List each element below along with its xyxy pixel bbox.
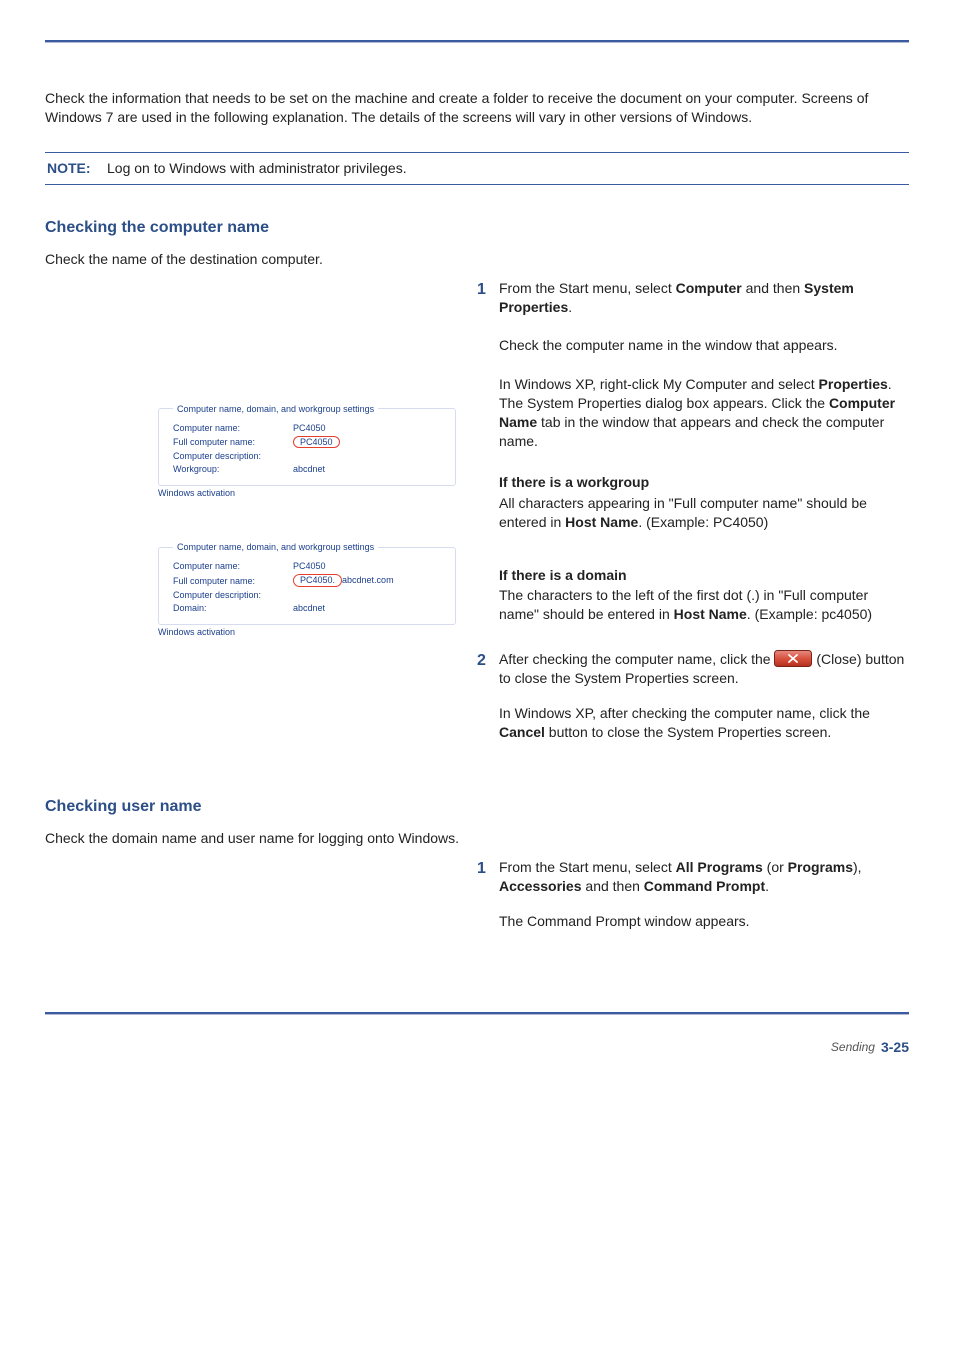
s3-i: . [765,878,769,894]
s1-e: Check the computer name in the window th… [499,336,909,355]
branch-domain-title: If there is a domain [499,566,909,585]
s1-f2: Properties [819,376,888,392]
s1-a: From the Start menu, select [499,280,676,296]
note-block: NOTE: Log on to Windows with administrat… [45,152,909,185]
s3-f: Accessories [499,878,582,894]
k-computer-name-2: Computer name: [173,561,293,571]
s3-h: Command Prompt [644,878,765,894]
v-computer-name: PC4050 [293,423,441,433]
s1-b: Computer [676,280,742,296]
s3-c: (or [763,859,788,875]
s3-e: ), [853,859,862,875]
note-text: Log on to Windows with administrator pri… [107,159,909,178]
k-computer-name: Computer name: [173,423,293,433]
b1-c: . (Example: PC4050) [638,514,768,530]
system-properties-domain-figure: Computer name, domain, and workgroup set… [157,541,457,646]
step-3-number: 1 [477,858,499,931]
s1-f1: In Windows XP, right-click My Computer a… [499,376,819,392]
figure-legend-2: Computer name, domain, and workgroup set… [173,542,378,552]
figure-legend: Computer name, domain, and workgroup set… [173,404,378,414]
step-1-number: 1 [477,279,499,629]
b2-c: . (Example: pc4050) [747,606,872,622]
b1-b: Host Name [565,514,638,530]
s3-a: From the Start menu, select [499,859,676,875]
circled-full-name-2: PC4050. [293,574,342,587]
step-1: 1 From the Start menu, select Computer a… [477,279,909,629]
k-domain: Domain: [173,603,293,613]
s3-d: Programs [788,859,853,875]
k-full-computer-name-2: Full computer name: [173,576,293,586]
intro-paragraph: Check the information that needs to be s… [45,89,909,127]
close-icon [774,650,812,667]
circled-full-name: PC4050 [293,436,340,449]
section-title-computer-name: Checking the computer name [45,219,909,237]
k-workgroup: Workgroup: [173,464,293,474]
s1-c: and then [742,280,804,296]
note-label: NOTE: [45,160,107,176]
s2-c3: button to close the System Properties sc… [545,724,831,740]
k-computer-desc-2: Computer description: [173,590,293,600]
s3-j: The Command Prompt window appears. [499,912,909,931]
section-title-user-name: Checking user name [45,798,909,816]
s2-c1: In Windows XP, after checking the comput… [499,705,870,721]
v-full-name-rest: abcdnet.com [342,575,394,585]
fig-windows-activation-2: Windows activation [158,627,456,637]
system-properties-workgroup-figure: Computer name, domain, and workgroup set… [157,403,457,508]
footer-page: 3-25 [881,1039,909,1055]
v-workgroup: abcdnet [293,464,441,474]
top-rule [45,40,909,43]
s2-a: After checking the computer name, click … [499,651,774,667]
s3-b: All Programs [676,859,763,875]
b2-b: Host Name [674,606,747,622]
s1-d: . [568,299,572,315]
section-desc-user-name: Check the domain name and user name for … [45,830,909,846]
s2-c2: Cancel [499,724,545,740]
v-computer-name-2: PC4050 [293,561,441,571]
step-3: 1 From the Start menu, select All Progra… [477,858,909,931]
s3-g: and then [582,878,644,894]
s1-f5: tab in the window that appears and check… [499,414,884,449]
fig-windows-activation: Windows activation [158,488,456,498]
footer-text: Sending [831,1040,875,1054]
k-full-computer-name: Full computer name: [173,437,293,447]
v-domain: abcdnet [293,603,441,613]
branch-workgroup-title: If there is a workgroup [499,473,909,492]
step-2: 2 After checking the computer name, clic… [477,650,909,742]
step-2-number: 2 [477,650,499,742]
k-computer-desc: Computer description: [173,451,293,461]
bottom-rule [45,1012,909,1015]
section-desc-computer-name: Check the name of the destination comput… [45,251,909,267]
page-footer: Sending 3-25 [45,1039,909,1055]
